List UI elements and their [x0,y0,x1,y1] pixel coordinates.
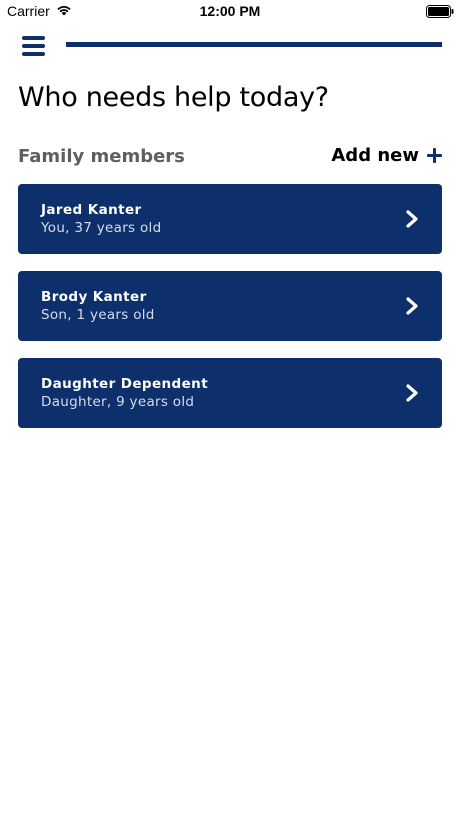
status-bar: Carrier 12:00 PM [0,0,460,24]
hamburger-menu-icon[interactable] [22,36,45,56]
family-member-card-daughter-dependent[interactable]: Daughter Dependent Daughter, 9 years old [18,358,442,428]
member-detail: Son, 1 years old [41,307,155,323]
member-name: Jared Kanter [41,202,142,218]
family-member-list: Jared Kanter You, 37 years old Brody Kan… [18,184,442,445]
member-detail: You, 37 years old [41,220,162,236]
chevron-right-icon [406,297,418,315]
member-name: Brody Kanter [41,289,147,305]
clock: 12:00 PM [199,3,261,19]
family-member-card-brody-kanter[interactable]: Brody Kanter Son, 1 years old [18,271,442,341]
member-detail: Daughter, 9 years old [41,394,195,410]
chevron-right-icon [406,210,418,228]
progress-fill [66,42,442,47]
page-title: Who needs help today? [18,82,329,113]
add-new-button[interactable]: Add new [331,145,442,166]
progress-bar [66,42,442,47]
chevron-right-icon [406,384,418,402]
plus-icon [427,148,442,163]
family-member-card-jared-kanter[interactable]: Jared Kanter You, 37 years old [18,184,442,254]
add-new-label: Add new [331,145,419,166]
member-name: Daughter Dependent [41,376,209,392]
family-members-heading: Family members [18,146,185,167]
battery-icon [426,5,454,18]
